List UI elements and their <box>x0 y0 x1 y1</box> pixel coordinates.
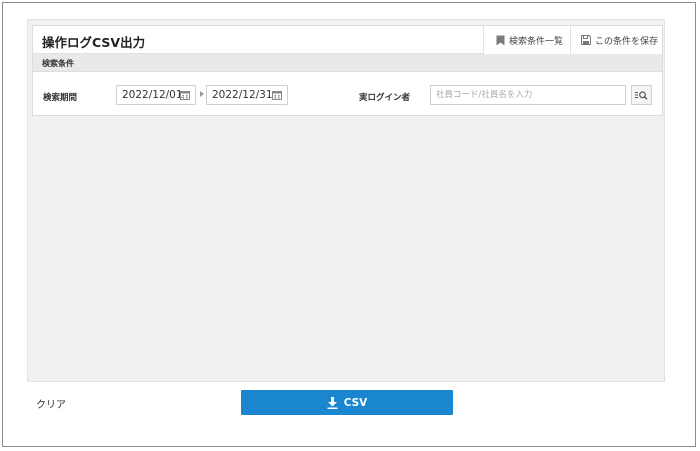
clear-button[interactable]: クリア <box>36 396 66 411</box>
period-label: 検索期間 <box>43 93 78 103</box>
user-search-button[interactable] <box>631 85 652 105</box>
start-date-input[interactable]: 2022/12/01 <box>116 85 196 105</box>
save-condition-label: この条件を保存 <box>595 36 659 47</box>
search-list-icon <box>635 90 648 100</box>
end-date-input[interactable]: 2022/12/31 <box>206 85 288 105</box>
page-title: 操作ログCSV出力 <box>42 35 146 50</box>
calendar-icon[interactable] <box>272 90 282 100</box>
end-date-value: 2022/12/31 <box>212 89 273 101</box>
start-date-value: 2022/12/01 <box>122 89 183 101</box>
bookmark-icon <box>496 35 505 45</box>
download-icon <box>327 396 338 409</box>
search-conditions-list-button[interactable]: 検索条件一覧 <box>483 26 570 54</box>
search-conditions-list-label: 検索条件一覧 <box>509 36 564 47</box>
csv-download-button[interactable]: CSV <box>241 390 453 415</box>
login-user-input[interactable]: 社員コード/社員名を入力 <box>430 85 626 105</box>
save-condition-button[interactable]: この条件を保存 <box>570 26 662 54</box>
conditions-heading: 検索条件 <box>42 59 74 68</box>
floppy-disk-icon <box>581 35 591 45</box>
conditions-bar: 検索条件 <box>33 54 662 72</box>
panel-header: 操作ログCSV出力 検索条件一覧 この条件を保存 <box>33 26 662 54</box>
date-range-arrow-icon <box>200 91 204 97</box>
search-panel: 操作ログCSV出力 検索条件一覧 この条件を保存 検索条件 検索期間 2022/… <box>32 25 663 116</box>
calendar-icon[interactable] <box>180 90 190 100</box>
login-user-label: 実ログイン者 <box>359 93 411 103</box>
csv-button-label: CSV <box>343 396 368 409</box>
